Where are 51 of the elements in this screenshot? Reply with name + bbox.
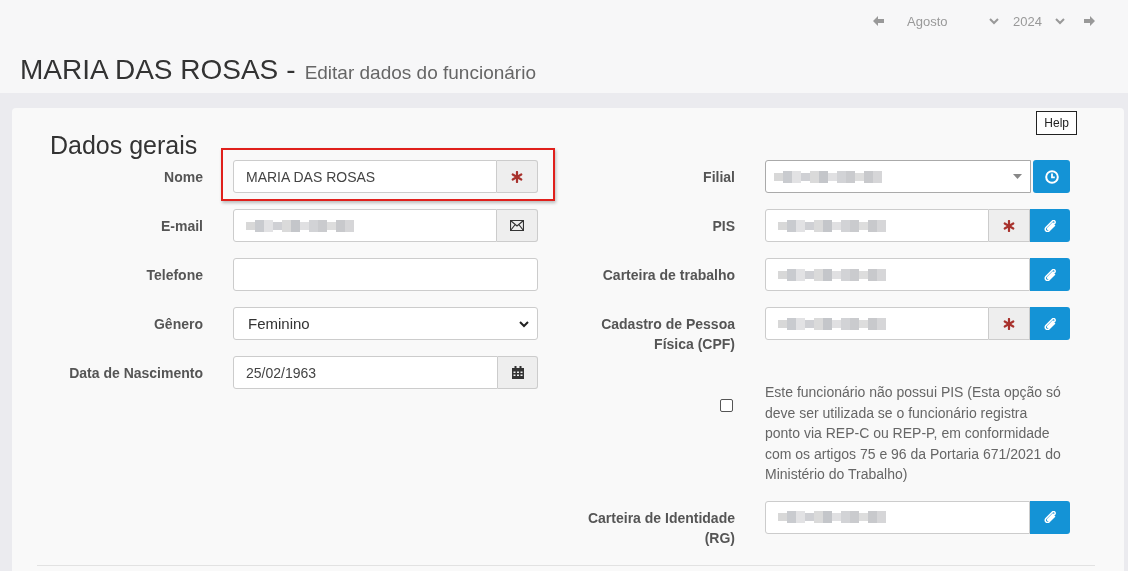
input-field[interactable] (765, 307, 989, 340)
field-label: PIS (711, 217, 735, 236)
field-label: Nome (163, 168, 203, 187)
field-label: Carteira de Identidade (RG) (586, 508, 735, 548)
attach-button[interactable] (1030, 307, 1070, 340)
field-label: Gênero (153, 315, 203, 334)
paperclip-icon (1044, 317, 1056, 330)
clock-button[interactable] (1033, 160, 1070, 193)
asterisk-icon (511, 170, 523, 183)
input-field[interactable] (765, 258, 1030, 291)
section-title: Dados gerais (50, 130, 199, 160)
field-label: Carteira de trabalho (601, 266, 735, 285)
asterisk-icon (1003, 219, 1015, 232)
attach-button[interactable] (1030, 500, 1070, 534)
field-label: E-mail (160, 217, 203, 236)
dropdown-triangle-icon (1013, 174, 1022, 179)
chevron-down-icon (519, 320, 529, 328)
paperclip-icon (1044, 268, 1056, 281)
clock-icon (1044, 169, 1059, 184)
calendar-icon (511, 366, 524, 379)
page-subtitle: Editar dados do funcionário (304, 62, 536, 84)
input-field[interactable] (765, 500, 1030, 534)
paperclip-icon (1044, 511, 1056, 523)
field-label: Filial (702, 168, 735, 187)
checkbox[interactable] (720, 399, 733, 412)
page-title: MARIA DAS ROSAS (20, 54, 279, 86)
envelope-icon (510, 220, 524, 231)
attach-button[interactable] (1030, 209, 1070, 242)
paperclip-icon (1044, 219, 1056, 232)
input-field[interactable] (233, 209, 497, 242)
input-field[interactable] (765, 209, 989, 242)
title-separator: - (286, 54, 296, 86)
help-tooltip: Help (1036, 111, 1077, 135)
input-field[interactable]: 25/02/1963 (233, 356, 498, 389)
field-label: Telefone (145, 266, 203, 285)
field-label: Cadastro de Pessoa Física (CPF) (600, 315, 735, 354)
input-field[interactable]: MARIA DAS ROSAS (233, 160, 497, 193)
previous-month-button[interactable] (872, 15, 885, 27)
calendar-button[interactable] (498, 356, 538, 389)
asterisk-icon (1003, 317, 1015, 330)
select-field[interactable]: Feminino (233, 307, 538, 340)
input-field[interactable] (233, 258, 538, 291)
chevron-down-icon (1055, 17, 1065, 25)
next-month-button[interactable] (1083, 15, 1096, 27)
attach-button[interactable] (1030, 258, 1070, 291)
chevron-down-icon (989, 17, 999, 25)
checkbox-label: Este funcionário não possui PIS (Esta opção só deve ser utilizada se o funcionário registra ponto via REP-C ou REP-P, em conformidade com os artigos 75 e 96 da Portaria 671/2021 do Ministério do Trabalho) (765, 383, 1062, 484)
select-field[interactable] (765, 160, 1031, 193)
field-label: Data de Nascimento (68, 364, 203, 383)
arrow-left-icon (872, 15, 885, 27)
arrow-right-icon (1083, 15, 1096, 27)
